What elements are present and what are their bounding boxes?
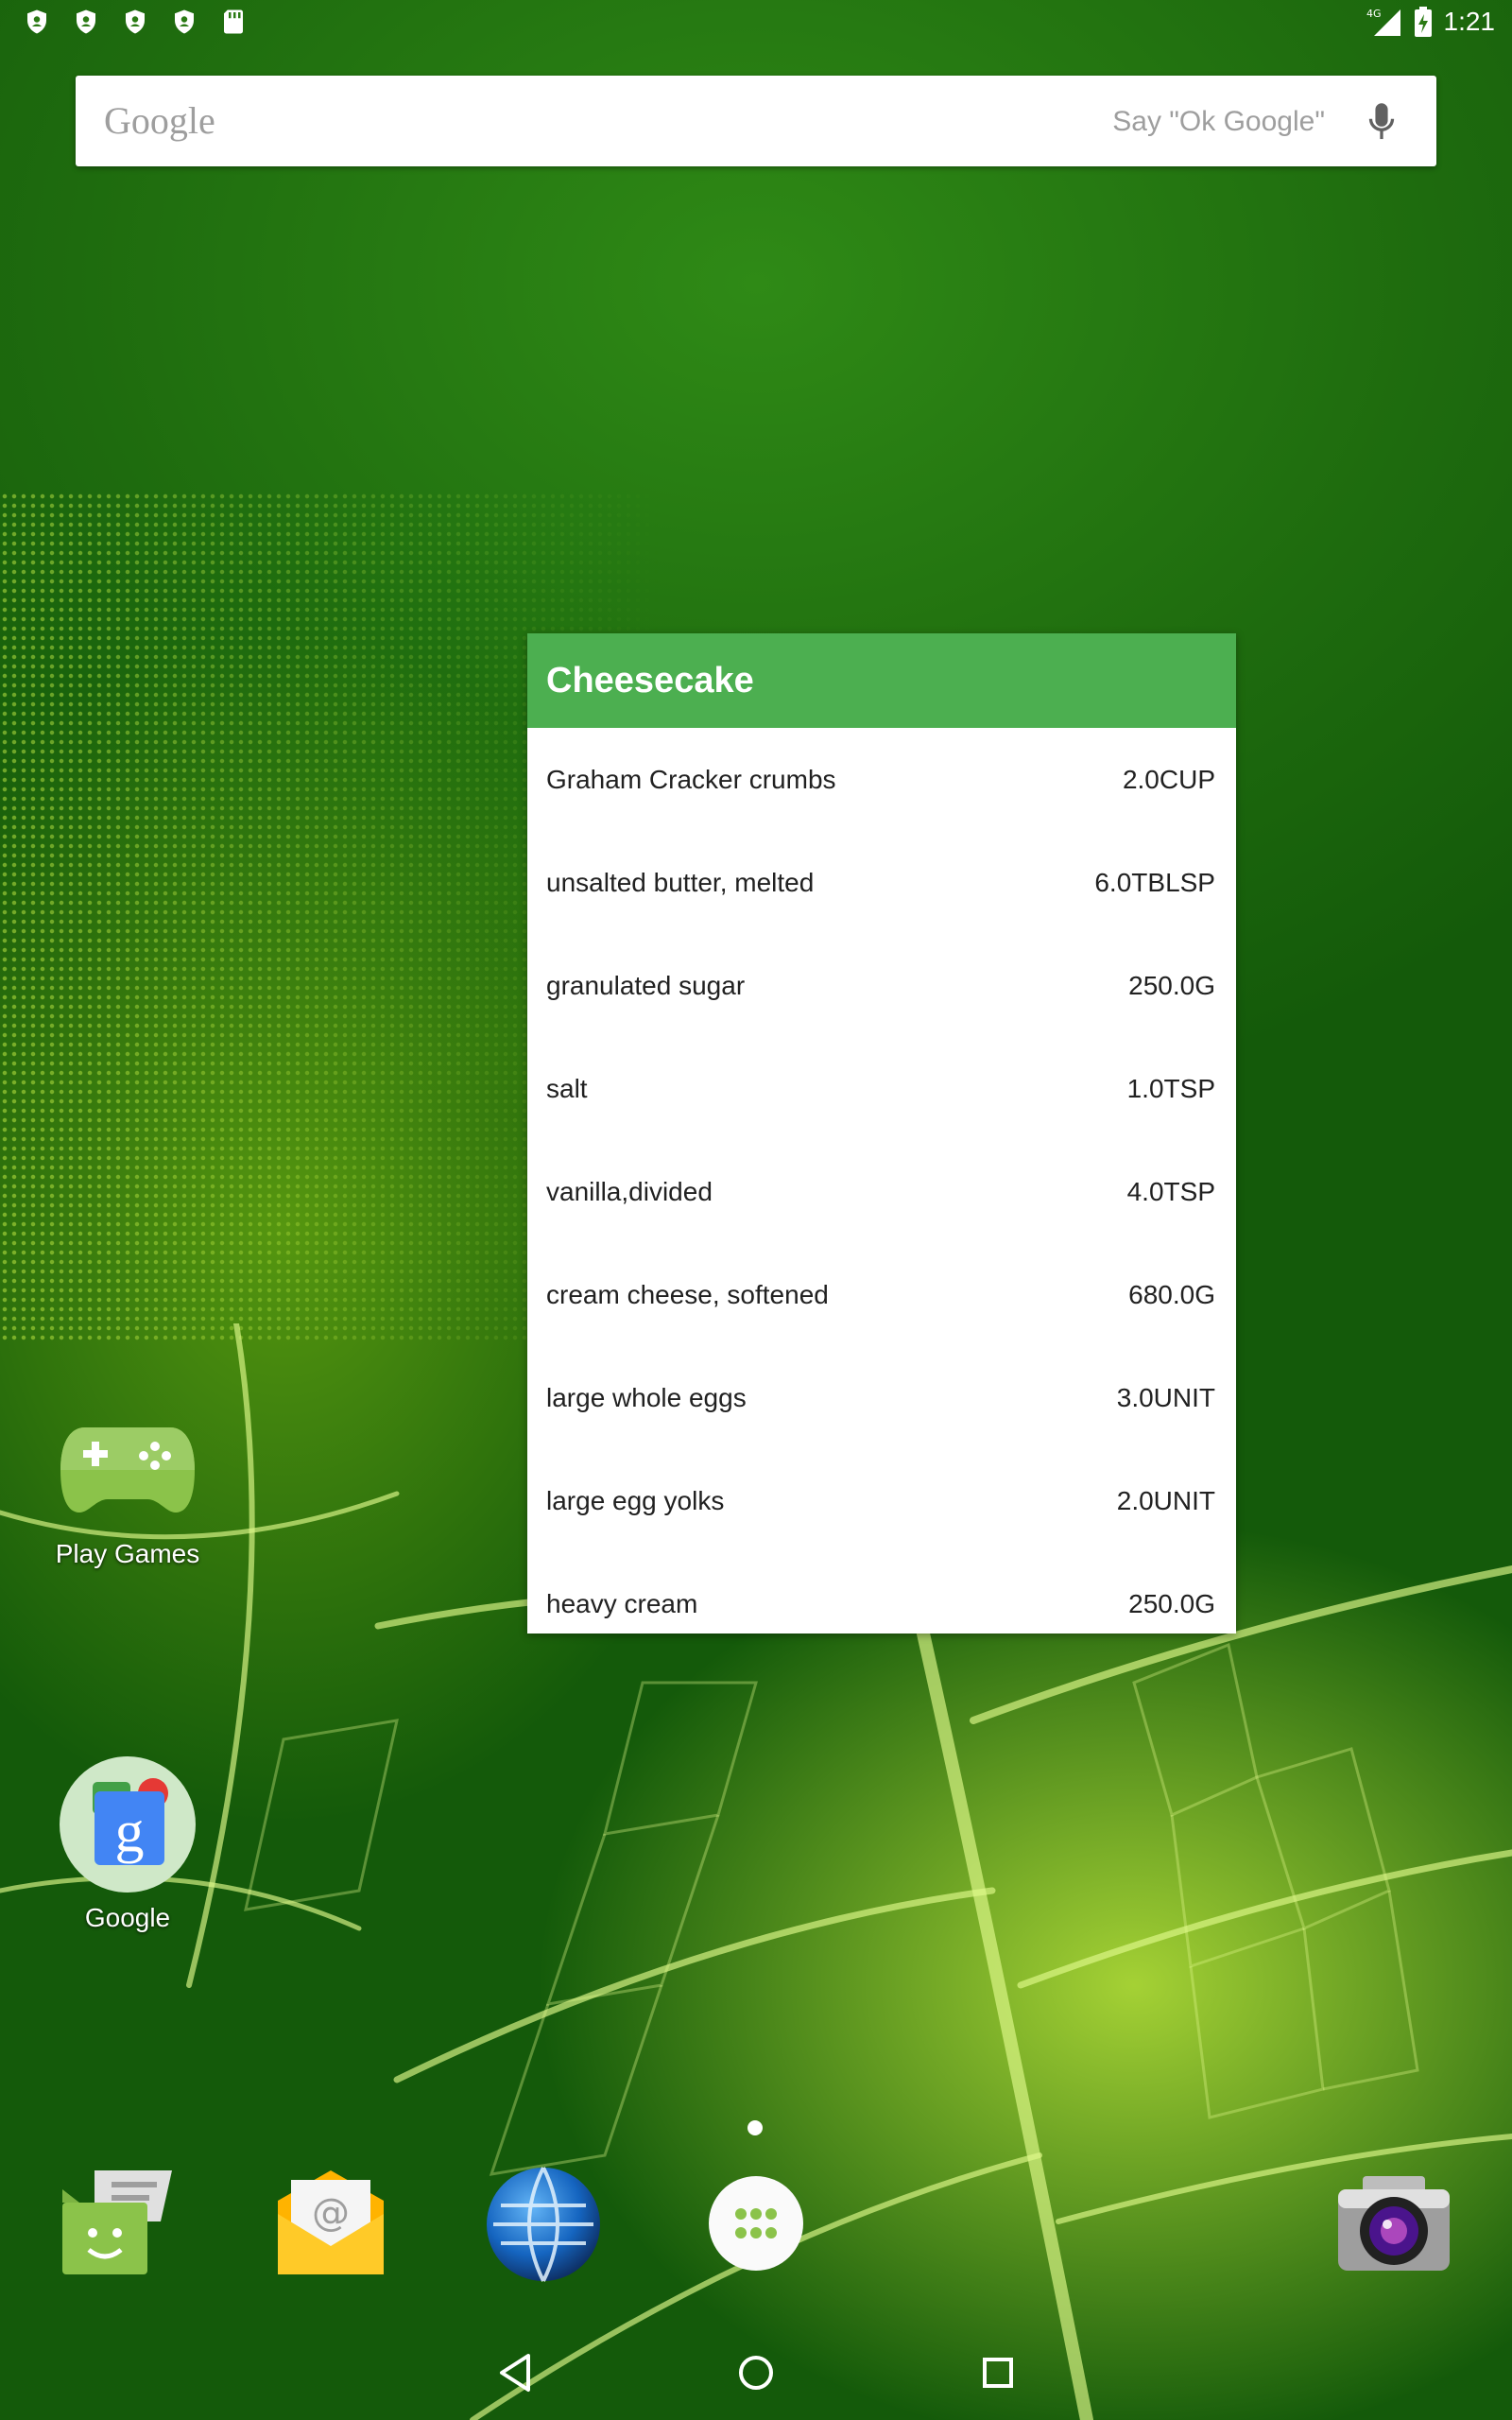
ingredient-name: large whole eggs [546,1382,747,1412]
voice-search-hint: Say "Ok Google" [1112,106,1325,137]
svg-text:4G: 4G [1366,8,1382,20]
ingredient-quantity: 2.0CUP [1122,764,1215,794]
ingredient-name: unsalted butter, melted [546,867,815,897]
notification-icons [23,8,248,36]
app-google[interactable]: g Google [33,1754,222,1933]
ingredient-row[interactable]: granulated sugar 250.0G [527,934,1236,1037]
svg-text:g: g [115,1800,145,1864]
page-indicator [747,2120,763,2135]
ingredient-name: Graham Cracker crumbs [546,764,836,794]
app-play-games[interactable]: Play Games [33,1418,222,1569]
ingredient-row[interactable]: Graham Cracker crumbs 2.0CUP [527,728,1236,831]
home-icon[interactable] [728,2344,784,2401]
ingredient-quantity: 6.0TBLSP [1094,867,1215,897]
ingredient-quantity: 1.0TSP [1126,1073,1215,1103]
ingredient-quantity: 2.0UNIT [1116,1485,1215,1515]
ingredient-name: vanilla,divided [546,1176,713,1206]
ingredient-name: granulated sugar [546,970,746,1000]
ingredient-quantity: 250.0G [1128,970,1215,1000]
clock: 1:21 [1443,7,1496,36]
google-app-icon: g [60,1756,196,1893]
status-bar: 4G 1:21 [0,0,1512,45]
widget-header[interactable]: Cheesecake [527,633,1236,728]
recents-icon[interactable] [970,2344,1026,2401]
ingredient-quantity: 3.0UNIT [1116,1382,1215,1412]
battery-charging-icon [1414,7,1432,37]
recipe-title: Cheesecake [546,660,754,700]
ingredient-quantity: 250.0G [1128,1588,1215,1618]
ingredient-row[interactable]: large whole eggs 3.0UNIT [527,1346,1236,1449]
navigation-bar [0,2325,1512,2420]
google-logo: Google [104,99,215,142]
ingredient-name: salt [546,1073,588,1103]
messenger-icon[interactable] [57,2165,180,2288]
ingredient-row[interactable]: heavy cream 250.0G [527,1552,1236,1634]
system-status: 4G 1:21 [1366,6,1496,38]
sd-card-icon [224,9,243,34]
ingredient-row[interactable]: salt 1.0TSP [527,1037,1236,1140]
ingredient-row[interactable]: large egg yolks 2.0UNIT [527,1449,1236,1552]
back-icon[interactable] [487,2344,543,2401]
app-label: Google [84,1903,171,1932]
ingredient-quantity: 4.0TSP [1126,1176,1215,1206]
play-games-icon [60,1427,195,1512]
google-search-bar[interactable]: Google Say "Ok Google" [76,76,1436,166]
ingredient-row[interactable]: unsalted butter, melted 6.0TBLSP [527,831,1236,934]
ingredient-quantity: 680.0G [1128,1279,1215,1309]
app-label: Play Games [55,1539,200,1568]
svg-text:@: @ [312,2191,350,2235]
browser-icon[interactable] [482,2163,605,2286]
app-drawer-icon[interactable] [707,2174,805,2273]
ingredient-row[interactable]: cream cheese, softened 680.0G [527,1243,1236,1346]
shield-icon [27,9,46,34]
shield-icon [175,9,194,34]
ingredient-name: large egg yolks [546,1485,725,1515]
signal-icon: 4G [1366,8,1400,36]
ingredient-list[interactable]: Graham Cracker crumbs 2.0CUP unsalted bu… [527,728,1236,1634]
shield-icon [77,9,95,34]
shield-icon [126,9,145,34]
email-icon[interactable]: @ [274,2167,387,2280]
mic-icon[interactable] [1363,100,1400,144]
recipe-widget[interactable]: Cheesecake Graham Cracker crumbs 2.0CUP … [527,633,1236,1634]
ingredient-name: heavy cream [546,1588,698,1618]
ingredient-row[interactable]: vanilla,divided 4.0TSP [527,1140,1236,1243]
ingredient-name: cream cheese, softened [546,1279,829,1309]
camera-icon[interactable] [1332,2172,1455,2276]
